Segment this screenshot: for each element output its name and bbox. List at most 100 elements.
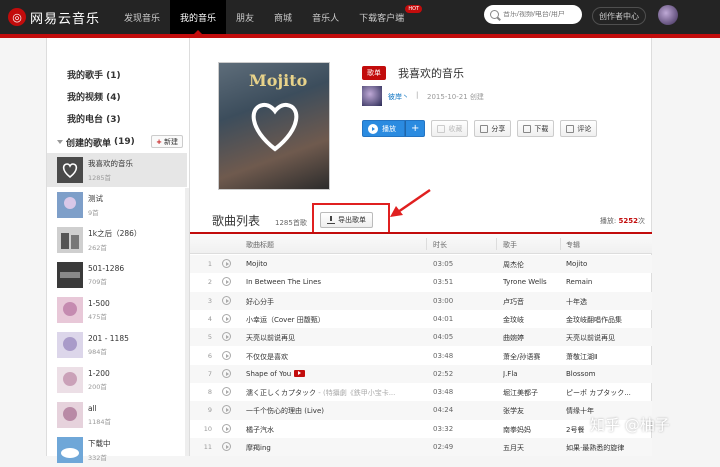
song-title-cell[interactable]: 摩羯ing [246,443,424,453]
song-artist[interactable]: Tyrone Wells [503,278,559,286]
playlist-item[interactable]: 501-1286 709首 [47,258,187,292]
column-divider [560,238,561,250]
song-album[interactable]: 如果·最熟悉的旋律 [566,443,648,453]
table-row[interactable]: 11 摩羯ing 02:49 五月天 如果·最熟悉的旋律 [190,438,652,457]
row-play-icon[interactable] [222,295,231,305]
song-title-cell[interactable]: 不仅仅是喜欢 [246,352,424,362]
table-row[interactable]: 1 Mojito 03:05 周杰伦 Mojito [190,255,652,274]
song-artist[interactable]: 堀江美都子 [503,388,559,398]
song-album[interactable]: 萧敬江湖Ⅱ [566,352,648,362]
mv-icon[interactable] [294,369,306,377]
song-duration: 02:49 [433,443,454,451]
song-artist[interactable]: 张学友 [503,406,559,416]
nav-download-client[interactable]: 下载客户端 HOT [349,0,423,34]
song-artist[interactable]: 五月天 [503,443,559,453]
row-play-icon[interactable] [222,332,231,342]
row-play-icon[interactable] [222,350,231,360]
new-playlist-button[interactable]: + 新建 [151,135,183,148]
search-input[interactable] [503,11,575,18]
share-button[interactable]: 分享 [474,120,512,137]
table-row[interactable]: 4 小幸运（Cover 田馥甄） 04:01 金玟岐 金玟岐翻唱作品集 [190,310,652,328]
row-play-icon[interactable] [222,423,231,433]
row-play-icon[interactable] [222,277,231,287]
playlist-name: 1-200 [88,369,110,378]
song-artist[interactable]: 周杰伦 [503,260,559,270]
song-title-cell[interactable]: 天亮以前说再见 [246,333,424,343]
table-row[interactable]: 9 一千个伤心的理由 (Live) 04:24 张学友 情缘十年 [190,401,652,420]
song-title-cell[interactable]: 橘子汽水 [246,425,424,435]
user-avatar[interactable] [658,5,678,25]
playlist-item[interactable]: 201 - 1185 984首 [47,328,187,362]
search-box[interactable] [484,5,582,24]
nav-mall[interactable]: 商城 [264,0,302,34]
creator-center-button[interactable]: 创作者中心 [592,7,646,25]
song-artist[interactable]: 卢巧音 [503,297,559,307]
song-album[interactable]: 天亮以前说再见 [566,333,648,343]
playlist-name: 501-1286 [88,264,125,273]
table-row[interactable]: 7 Shape of You 02:52 J.Fla Blossom [190,364,652,384]
song-artist[interactable]: J.Fla [503,370,559,378]
add-to-queue-button[interactable]: + [405,120,426,137]
created-playlists-count: (19) [114,137,135,147]
sidebar-my-radio[interactable]: 我的电台 (3) [67,112,121,125]
playlist-item[interactable]: all 1184首 [47,398,187,432]
table-row[interactable]: 10 橘子汽水 03:32 南拳妈妈 2号餐 [190,420,652,438]
nav-discover[interactable]: 发现音乐 [114,0,170,34]
table-row[interactable]: 8 濡く正しくカプタック - (特攝劇《鉄甲小宝卡... 03:48 堀江美都子 ピーポ… [190,383,652,401]
comment-button[interactable]: 评论 [560,120,598,137]
col-title-header[interactable]: 歌曲标题 [246,240,274,250]
song-artist[interactable]: 南拳妈妈 [503,425,559,435]
table-row[interactable]: 6 不仅仅是喜欢 03:48 萧全/孙语赛 萧敬江湖Ⅱ [190,347,652,365]
playlist-item[interactable]: 测试 9首 [47,188,187,222]
song-title-cell[interactable]: 濡く正しくカプタック - (特攝劇《鉄甲小宝卡... [246,388,424,398]
playlist-count: 709首 [88,278,107,286]
row-play-icon[interactable] [222,405,231,415]
playlist-item[interactable]: 下载中 332首 [47,433,187,467]
sidebar-my-artists[interactable]: 我的歌手 (1) [67,68,121,81]
song-album[interactable]: 十年选 [566,297,648,307]
song-artist[interactable]: 曲婉婷 [503,333,559,343]
song-artist[interactable]: 萧全/孙语赛 [503,352,559,362]
song-album[interactable]: Mojito [566,260,648,268]
nav-my-music[interactable]: 我的音乐 [170,0,227,34]
row-play-icon[interactable] [222,442,231,451]
col-album-header[interactable]: 专辑 [566,240,580,250]
nav-friends[interactable]: 朋友 [226,0,264,34]
owner-avatar[interactable] [362,86,382,106]
created-playlists-header[interactable]: 创建的歌单 (19) + 新建 [57,135,191,149]
owner-name[interactable]: 彼岸丶 [388,92,409,102]
sidebar-my-videos[interactable]: 我的视频 (4) [67,90,121,103]
song-title-cell[interactable]: 小幸运（Cover 田馥甄） [246,315,424,325]
playlist-item[interactable]: 1k之后（286） 262首 [47,223,187,257]
collect-button[interactable]: 收藏 [431,120,469,137]
song-album[interactable]: ピーポ カプタック... [566,388,648,398]
song-album[interactable]: Blossom [566,370,648,378]
song-album[interactable]: 金玟岐翻唱作品集 [566,315,648,325]
row-play-icon[interactable] [222,368,231,378]
playlist-item[interactable]: 我喜欢的音乐 1285首 [47,153,187,187]
col-artist-header[interactable]: 歌手 [503,240,517,250]
logo[interactable]: ◎ 网易云音乐 [8,7,100,27]
song-title-cell[interactable]: Mojito [246,260,424,268]
nav-musician[interactable]: 音乐人 [302,0,349,34]
row-play-icon[interactable] [222,259,231,268]
playlist-item[interactable]: 1-200 200首 [47,363,187,397]
song-album[interactable]: Remain [566,278,648,286]
song-title-cell[interactable]: Shape of You [246,369,424,378]
song-title-cell[interactable]: In Between The Lines [246,278,424,286]
playlist-count: 984首 [88,348,107,356]
song-artist[interactable]: 金玟岐 [503,315,559,325]
table-row[interactable]: 5 天亮以前说再见 04:05 曲婉婷 天亮以前说再见 [190,328,652,347]
song-title-cell[interactable]: 一千个伤心的理由 (Live) [246,406,424,416]
download-button[interactable]: 下载 [517,120,555,137]
row-number: 4 [207,314,212,323]
play-button[interactable]: 播放 [362,120,405,137]
table-row[interactable]: 2 In Between The Lines 03:51 Tyrone Wells Re… [190,273,652,291]
playlist-item[interactable]: 1-500 475首 [47,293,187,327]
col-time-header[interactable]: 时长 [433,240,447,250]
song-title-cell[interactable]: 好心分手 [246,297,424,307]
row-play-icon[interactable] [222,313,231,323]
sidebar-scrollbar[interactable] [185,188,189,456]
table-row[interactable]: 3 好心分手 03:00 卢巧音 十年选 [190,291,652,310]
row-play-icon[interactable] [222,387,231,397]
